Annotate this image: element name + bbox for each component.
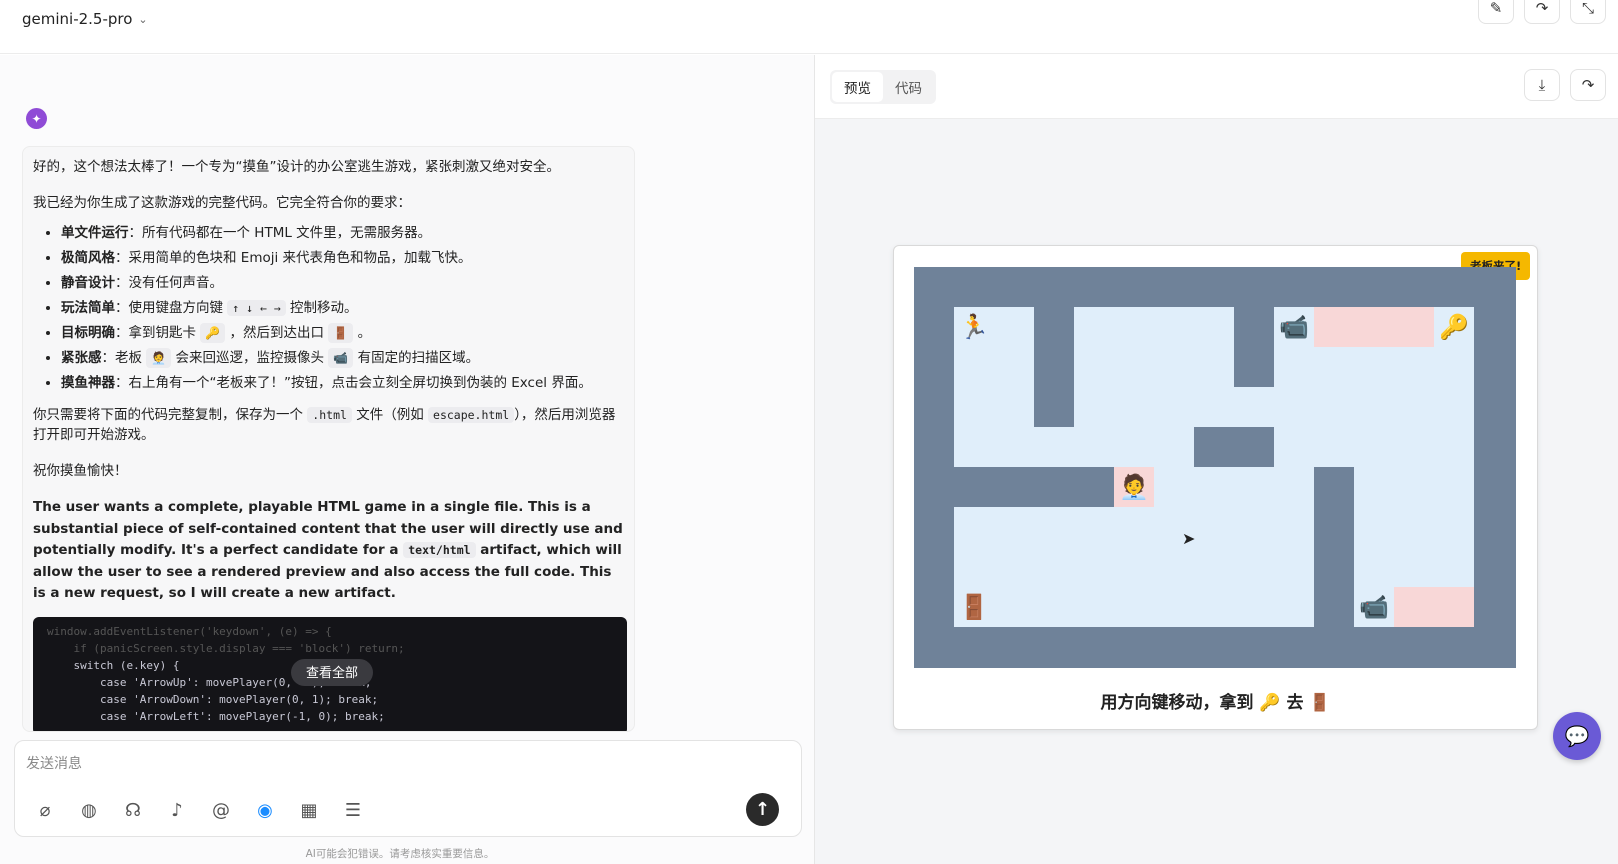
eye-icon[interactable]: ◉ <box>253 798 277 822</box>
camera-icon: 📹 <box>1279 313 1309 341</box>
send-button[interactable]: ↑ <box>746 793 779 826</box>
code-line: case 'ArrowDown': movePlayer(0, 1); brea… <box>47 692 379 706</box>
code-line: if (panicScreen.style.display === 'block… <box>47 641 405 655</box>
list-item: 静音设计：没有任何声音。 <box>61 273 624 293</box>
reasoning-text: The user wants a complete, playable HTML… <box>33 499 623 601</box>
boss-icon: 🧑‍💼 <box>146 348 172 368</box>
msg-para-4: 祝你摸鱼愉快！ <box>33 463 128 479</box>
msg-para-1: 好的，这个想法太棒了！一个专为“摸鱼”设计的办公室逃生游戏，紧张刺激又绝对安全。 <box>33 159 560 175</box>
floor-tile <box>1274 427 1474 467</box>
settings-lines-icon[interactable]: ☰ <box>341 798 365 822</box>
globe-icon[interactable]: ◍ <box>77 798 101 822</box>
composer[interactable]: 发送消息 ⌀ ◍ ☊ ♪ @ ◉ ▦ ☰ ↑ <box>14 740 802 837</box>
composer-tools: ⌀ ◍ ☊ ♪ @ ◉ ▦ ☰ <box>33 798 365 822</box>
mouse-cursor-icon: ➤ <box>1182 529 1196 548</box>
floor-tile <box>1074 307 1234 427</box>
arrow-keys-chip: ↑ ↓ ← → <box>227 300 286 316</box>
camera-scan-area <box>1314 307 1434 347</box>
model-name: gemini-2.5-pro <box>22 10 133 28</box>
door-icon: 🚪 <box>959 593 989 621</box>
brain-icon[interactable]: ☊ <box>121 798 145 822</box>
key-icon: 🔑 <box>1439 313 1469 341</box>
msg-para-2: 我已经为你生成了这款游戏的完整代码。它完全符合你的要求： <box>33 195 411 211</box>
preview-tabs: 预览 代码 <box>830 70 936 104</box>
list-item: 极简风格：采用简单的色块和 Emoji 来代表角色和物品，加载飞快。 <box>61 248 624 268</box>
chat-bubble-icon[interactable]: 💬 <box>1553 712 1601 760</box>
microphone-icon[interactable]: ♪ <box>165 798 189 822</box>
door-icon: 🚪 <box>328 323 354 343</box>
camera-icon: 📹 <box>328 348 354 368</box>
top-actions: ✎ ↷ ⤡ <box>1478 0 1606 24</box>
msg-para-3: 你只需要将下面的代码完整复制，保存为一个 .html 文件（例如 escape.… <box>33 407 616 443</box>
floor-tile <box>954 507 1314 627</box>
boss-icon: 🧑‍💼 <box>1119 473 1149 501</box>
mention-icon[interactable]: @ <box>209 798 233 822</box>
key-icon: 🔑 <box>200 323 226 343</box>
preview-header: 预览 代码 ⤓ ↷ <box>815 55 1618 119</box>
floor-tile <box>1234 387 1474 427</box>
share-icon[interactable]: ↷ <box>1570 69 1606 101</box>
chevron-down-icon: ⌄ <box>138 12 148 26</box>
download-icon[interactable]: ⤓ <box>1524 69 1560 101</box>
apps-icon[interactable]: ▦ <box>297 798 321 822</box>
model-selector[interactable]: gemini-2.5-pro ⌄ <box>22 10 148 28</box>
code-line: window.addEventListener('keydown', (e) =… <box>47 624 332 638</box>
camera-icon: 📹 <box>1359 593 1389 621</box>
list-item: 玩法简单：使用键盘方向键 ↑ ↓ ← → 控制移动。 <box>61 298 624 318</box>
message-input[interactable]: 发送消息 <box>26 753 82 773</box>
game-maze: 🏃 📹 🔑 🧑‍💼 🚪 📹 <box>914 267 1516 668</box>
player-icon: 🏃 <box>959 313 989 341</box>
see-all-button[interactable]: 查看全部 <box>291 658 374 686</box>
game-instructions: 用方向键移动，拿到 🔑 去 🚪 <box>1100 693 1331 713</box>
camera-scan-area <box>1394 587 1474 627</box>
gemini-avatar-icon: ✦ <box>26 108 47 129</box>
disclaimer: AI可能会犯错误。请考虑核实重要信息。 <box>305 848 495 860</box>
attach-icon[interactable]: ⌀ <box>33 798 57 822</box>
tab-preview[interactable]: 预览 <box>832 72 883 102</box>
code-line: case 'ArrowLeft': movePlayer(-1, 0); bre… <box>47 709 385 723</box>
collapse-icon[interactable]: ⤡ <box>1570 0 1606 24</box>
preview-actions: ⤓ ↷ <box>1524 69 1606 101</box>
assistant-message: 好的，这个想法太棒了！一个专为“摸鱼”设计的办公室逃生游戏，紧张刺激又绝对安全。… <box>22 146 635 732</box>
top-bar: gemini-2.5-pro ⌄ ✎ ↷ ⤡ <box>0 0 1618 54</box>
list-item: 紧张感：老板 🧑‍💼 会来回巡逻，监控摄像头 📹 有固定的扫描区域。 <box>61 348 624 368</box>
list-item: 摸鱼神器：右上角有一个“老板来了！”按钮，点击会立刻全屏切换到伪装的 Excel… <box>61 373 624 393</box>
floor-tile <box>954 427 1194 467</box>
code-preview[interactable]: window.addEventListener('keydown', (e) =… <box>33 616 627 731</box>
tab-code[interactable]: 代码 <box>883 72 934 102</box>
feature-list: 单文件运行：所有代码都在一个 HTML 文件里，无需服务器。 极简风格：采用简单… <box>61 223 624 393</box>
list-item: 目标明确：拿到钥匙卡 🔑 ，然后到达出口 🚪 。 <box>61 323 624 343</box>
floor-tile <box>1354 467 1474 587</box>
list-item: 单文件运行：所有代码都在一个 HTML 文件里，无需服务器。 <box>61 223 624 243</box>
edit-icon[interactable]: ✎ <box>1478 0 1514 24</box>
share-icon[interactable]: ↷ <box>1524 0 1560 24</box>
